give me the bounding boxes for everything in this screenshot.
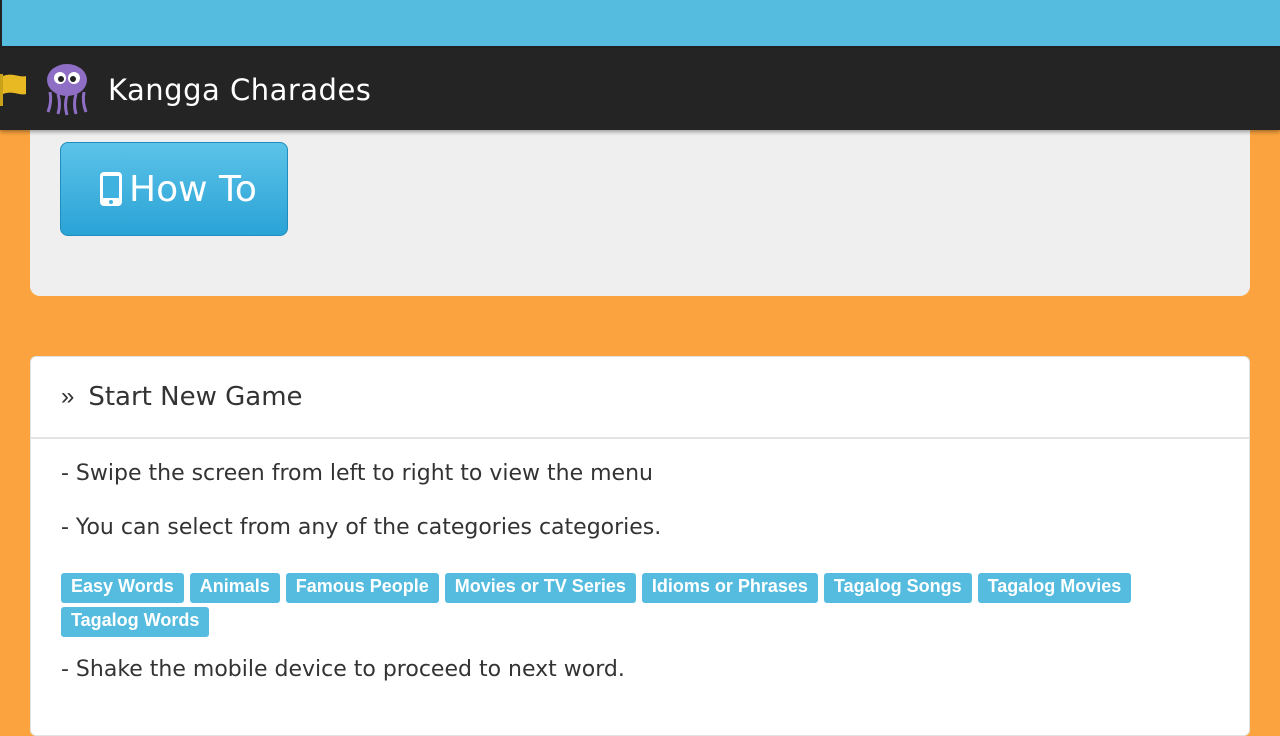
status-bar [0,0,1280,48]
instruction-shake: - Shake the mobile device to proceed to … [61,657,625,682]
category-tag-tagalog-songs[interactable]: Tagalog Songs [823,573,972,603]
card-title: Start New Game [88,382,303,412]
start-new-game-card: » Start New Game - Swipe the screen from… [30,356,1250,736]
card-header: » Start New Game [31,357,1249,439]
app-title: Kangga Charades [108,73,372,107]
category-tag-animals[interactable]: Animals [189,573,280,603]
how-to-button[interactable]: How To [60,142,288,236]
instruction-categories: - You can select from any of the categor… [61,515,662,540]
category-tag-idioms[interactable]: Idioms or Phrases [641,573,818,603]
category-tag-easy-words[interactable]: Easy Words [61,573,184,603]
category-tags: Easy Words Animals Famous People Movies … [61,573,1201,641]
chevron-double-right-icon: » [61,383,75,410]
app-bar: Kangga Charades [0,48,1280,130]
jellyfish-logo-icon [46,64,88,116]
mobile-phone-icon [100,172,122,206]
category-tag-tagalog-movies[interactable]: Tagalog Movies [977,573,1132,603]
category-tag-famous-people[interactable]: Famous People [285,573,439,603]
category-tag-movies-tv[interactable]: Movies or TV Series [444,573,636,603]
how-to-label: How To [129,168,257,210]
category-tag-tagalog-words[interactable]: Tagalog Words [61,607,210,637]
menu-flag-icon[interactable] [0,72,28,108]
instruction-swipe: - Swipe the screen from left to right to… [61,461,653,486]
